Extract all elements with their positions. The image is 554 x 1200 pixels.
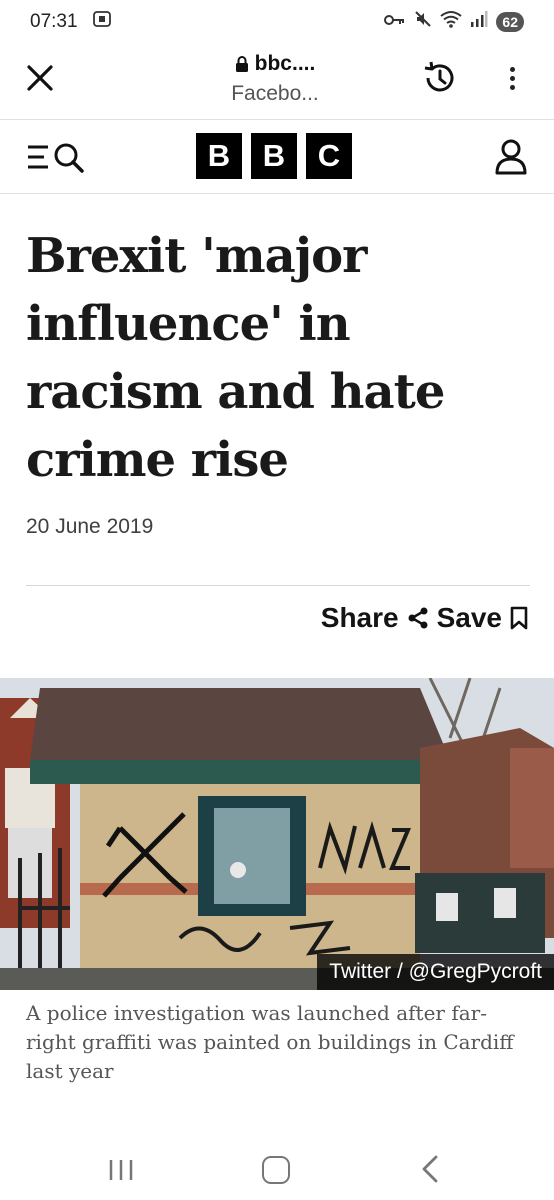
more-options-button[interactable] <box>500 60 524 96</box>
signal-icon <box>470 10 488 34</box>
page-source: Facebo... <box>231 82 319 105</box>
more-vert-icon <box>509 66 515 72</box>
bbc-header: B B C <box>0 120 554 194</box>
divider <box>26 585 530 586</box>
lock-icon <box>235 55 248 72</box>
share-icon <box>408 607 428 629</box>
status-bar: 07:31 62 <box>0 0 554 44</box>
back-button[interactable] <box>420 1154 440 1189</box>
mute-icon <box>414 10 432 34</box>
article-image: Twitter / @GregPycroft <box>0 678 554 990</box>
screenshot-icon <box>92 10 112 34</box>
headline-line: influence' in <box>26 296 351 352</box>
history-button[interactable] <box>420 58 460 98</box>
account-button[interactable] <box>494 138 528 176</box>
save-label: Save <box>436 602 502 633</box>
recents-button[interactable] <box>108 1158 134 1187</box>
wifi-icon <box>440 10 463 34</box>
share-save-bar: Share Save <box>321 602 528 634</box>
battery-indicator: 62 <box>496 12 524 32</box>
close-icon <box>27 65 53 91</box>
headline-line: racism and hate <box>26 364 445 420</box>
article-headline: Brexit 'major influence' in racism and h… <box>26 222 526 494</box>
vpn-key-icon <box>384 11 406 33</box>
menu-icon <box>28 145 48 169</box>
article-date: 20 June 2019 <box>26 515 154 538</box>
image-credit: Twitter / @GregPycroft <box>317 954 554 990</box>
status-time: 07:31 <box>30 11 78 32</box>
bookmark-icon <box>510 606 528 630</box>
recents-icon <box>109 1160 133 1180</box>
home-button[interactable] <box>262 1156 290 1184</box>
history-icon <box>424 61 454 92</box>
image-caption: A police investigation was launched afte… <box>26 1001 514 1083</box>
system-nav-bar <box>0 1140 554 1200</box>
bbc-logo[interactable]: B B C <box>196 133 352 179</box>
account-icon <box>495 139 527 175</box>
back-icon <box>422 1155 438 1183</box>
bbc-logo-letter: B <box>251 133 297 179</box>
menu-search-button[interactable] <box>24 140 94 174</box>
url-bar[interactable]: bbc.... Facebo... <box>170 52 380 106</box>
headline-line: Brexit 'major <box>26 228 367 284</box>
search-icon <box>54 143 84 173</box>
close-button[interactable] <box>24 62 56 94</box>
save-button[interactable]: Save <box>437 602 528 634</box>
url-text: bbc.... <box>254 52 316 75</box>
share-button[interactable]: Share <box>321 602 429 634</box>
headline-line: crime rise <box>26 432 289 488</box>
bbc-logo-letter: C <box>306 133 352 179</box>
bbc-logo-letter: B <box>196 133 242 179</box>
share-label: Share <box>320 602 399 633</box>
browser-toolbar: bbc.... Facebo... <box>0 44 554 120</box>
